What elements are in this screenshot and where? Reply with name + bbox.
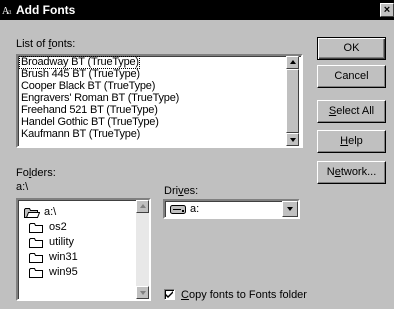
folder-name: os2 [49, 221, 67, 233]
help-button[interactable]: Help [317, 130, 386, 153]
close-icon: × [383, 4, 391, 16]
svg-text:a: a [8, 7, 12, 16]
drives-dropdown[interactable]: a: [163, 199, 300, 219]
folder-name: win31 [49, 251, 78, 263]
arrow-down-icon [140, 291, 146, 295]
font-list-item[interactable]: Engravers' Roman BT (TrueType) [20, 93, 179, 104]
font-list-item[interactable]: Brush 445 BT (TrueType) [20, 69, 140, 80]
scroll-up-button[interactable] [286, 56, 299, 69]
window-title: Add Fonts [16, 3, 76, 17]
font-list-item[interactable]: Broadway BT (TrueType) [19, 56, 140, 69]
copy-fonts-checkbox[interactable] [164, 289, 175, 300]
chevron-down-icon [287, 207, 293, 211]
close-button[interactable]: × [380, 3, 394, 17]
current-path: a:\ [16, 181, 29, 193]
font-list[interactable]: Broadway BT (TrueType) Brush 445 BT (Tru… [16, 54, 303, 148]
font-list-item[interactable]: Cooper Black BT (TrueType) [20, 81, 155, 92]
add-fonts-dialog: A a Add Fonts × List of fonts: Broadway … [0, 0, 394, 309]
title-bar[interactable]: A a Add Fonts × [0, 0, 394, 20]
font-list-item[interactable]: Handel Gothic BT (TrueType) [20, 117, 159, 128]
floppy-drive-icon [170, 205, 186, 214]
drives-label: Drives: [164, 185, 199, 197]
scroll-down-button[interactable] [286, 133, 299, 146]
folder-name: win95 [49, 266, 78, 278]
folder-icon [29, 223, 43, 233]
scroll-down-button[interactable] [136, 286, 149, 299]
font-list-scrollbar[interactable] [286, 56, 299, 146]
selected-drive: a: [190, 203, 200, 215]
folder-list[interactable]: a:\ os2 utility win31 win95 [16, 198, 151, 301]
folder-name: utility [49, 236, 75, 248]
arrow-down-icon [290, 138, 296, 142]
folder-icon [29, 268, 43, 278]
font-list-label: List of fonts: [16, 38, 76, 50]
ok-button[interactable]: OK [317, 37, 386, 60]
font-list-item[interactable]: Freehand 521 BT (TrueType) [20, 105, 158, 116]
folder-icon [29, 238, 43, 248]
folder-list-scrollbar[interactable] [136, 200, 149, 299]
scroll-thumb[interactable] [286, 69, 299, 133]
fonts-app-icon: A a [2, 6, 12, 16]
dropdown-button[interactable] [282, 201, 298, 217]
select-all-button[interactable]: Select All [317, 100, 386, 123]
folder-icon [29, 253, 43, 263]
network-button[interactable]: Network... [317, 161, 386, 184]
cancel-button[interactable]: Cancel [317, 65, 386, 88]
arrow-up-icon [290, 60, 296, 64]
folder-name: a:\ [44, 206, 57, 218]
arrow-up-icon [140, 204, 146, 208]
font-list-item[interactable]: Kaufmann BT (TrueType) [20, 129, 140, 140]
checkmark-icon [166, 291, 173, 298]
folders-label: Folders: [16, 167, 56, 179]
open-folder-icon [24, 208, 40, 218]
copy-fonts-label[interactable]: Copy fonts to Fonts folder [181, 289, 307, 301]
scroll-up-button[interactable] [136, 200, 149, 213]
